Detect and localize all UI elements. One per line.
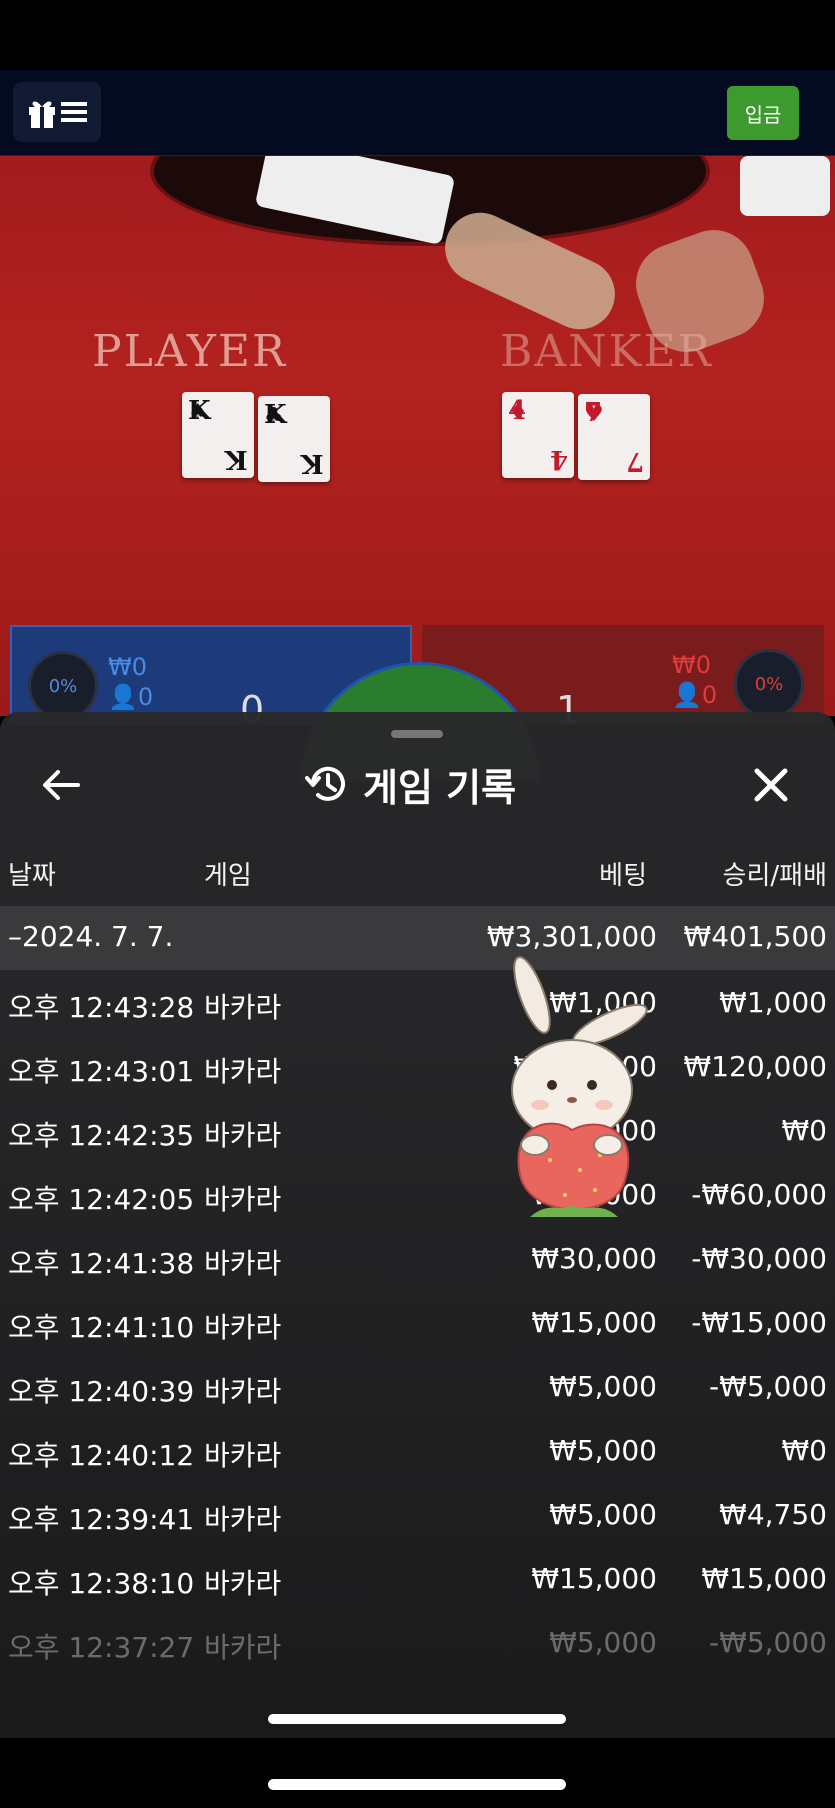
row-game: 바카라	[204, 1119, 282, 1152]
status-bar	[0, 0, 835, 70]
row-game: 바카라	[204, 1311, 282, 1344]
sheet-home-indicator	[268, 1714, 566, 1724]
row-winloss: -₩30,000	[691, 1242, 827, 1275]
history-row[interactable]: 오후 12:42:05바카라₩60,000-₩60,000	[0, 1162, 835, 1226]
history-row[interactable]: 오후 12:42:35바카라₩10,000₩0	[0, 1098, 835, 1162]
sheet-title: 게임 기록	[305, 756, 516, 812]
row-game: 바카라	[204, 1183, 282, 1216]
row-time: 오후 12:43:28	[8, 991, 195, 1024]
history-row[interactable]: 오후 12:37:27 바카라 ₩5,000 -₩5,000	[0, 1610, 835, 1674]
row-time: 오후 12:43:01	[8, 1055, 195, 1088]
row-winloss: ₩4,750	[719, 1498, 827, 1531]
row-time: 오후 12:37:27	[8, 1631, 195, 1664]
row-bet: ₩5,000	[549, 1370, 657, 1403]
history-row[interactable]: 오후 12:41:38 바카라 ₩30,000 -₩30,000	[0, 1226, 835, 1290]
row-game: 바카라	[204, 1567, 282, 1600]
bunny-strawberry-sticker	[511, 956, 648, 1217]
row-game: 바카라	[204, 1055, 282, 1088]
person-icon: 👤	[672, 681, 702, 709]
player-label: PLAYER	[92, 326, 288, 377]
group-bet-total: ₩3,301,000	[486, 920, 657, 953]
row-winloss: -₩15,000	[691, 1306, 827, 1339]
history-row[interactable]: 오후 12:43:01바카라₩120,000₩120,000	[0, 1034, 835, 1098]
banker-bet-count: 👤0	[672, 681, 718, 709]
row-bet: ₩5,000	[549, 1626, 657, 1659]
column-bet[interactable]: 베팅	[599, 855, 647, 892]
banker-card-2: 7 ♥ 7	[578, 394, 650, 480]
banker-bet-amount: ₩0	[672, 651, 711, 679]
date-group-row[interactable]: –2024. 7. 7. ₩3,301,000 ₩401,500	[0, 906, 835, 970]
row-bet: ₩5,000	[549, 1498, 657, 1531]
group-winloss-total: ₩401,500	[683, 920, 827, 953]
gift-icon	[29, 101, 55, 128]
menu-button[interactable]	[13, 82, 101, 142]
history-row[interactable]: 오후 12:43:28 바카라 ₩1,000 ₩1,000	[0, 970, 835, 1034]
row-time: 오후 12:38:10	[8, 1567, 195, 1600]
row-winloss: -₩60,000	[691, 1178, 827, 1211]
hamburger-icon	[61, 102, 87, 122]
top-bar: 입금	[0, 70, 835, 156]
row-game: 바카라	[204, 1375, 282, 1408]
row-bet: ₩5,000	[549, 1434, 657, 1467]
group-date: –2024. 7. 7.	[8, 920, 174, 953]
game-history-sheet: 게임 기록 날짜 게임 베팅 승리/패배 –2024. 7. 7. ₩3,301…	[0, 712, 835, 1738]
history-row[interactable]: 오후 12:38:10 바카라 ₩15,000 ₩15,000	[0, 1546, 835, 1610]
deposit-button[interactable]: 입금	[727, 86, 799, 140]
column-winloss[interactable]: 승리/패배	[723, 855, 827, 892]
close-icon[interactable]	[748, 762, 794, 808]
row-game: 바카라	[204, 1503, 282, 1536]
row-bet: ₩15,000	[531, 1306, 657, 1339]
row-winloss: ₩0	[781, 1434, 828, 1467]
row-winloss: ₩120,000	[683, 1050, 827, 1083]
player-percent: 0%	[28, 651, 98, 721]
row-game: 바카라	[204, 1247, 282, 1280]
arrow-left-icon[interactable]	[38, 762, 84, 808]
history-clock-icon	[305, 766, 345, 801]
sheet-grabber[interactable]	[391, 730, 443, 738]
banker-percent: 0%	[734, 649, 804, 719]
history-row[interactable]: 오후 12:40:39 바카라 ₩5,000 -₩5,000	[0, 1354, 835, 1418]
row-winloss: ₩1,000	[719, 986, 827, 1019]
row-winloss: ₩15,000	[701, 1562, 827, 1595]
row-game: 바카라	[204, 991, 282, 1024]
row-time: 오후 12:41:38	[8, 1247, 195, 1280]
row-time: 오후 12:41:10	[8, 1311, 195, 1344]
person-icon: 👤	[108, 683, 138, 711]
row-time: 오후 12:40:39	[8, 1375, 195, 1408]
player-bet-amount: ₩0	[108, 653, 147, 681]
row-game: 바카라	[204, 1439, 282, 1472]
player-card-2: K ♣ K	[258, 396, 330, 482]
player-bet-count: 👤0	[108, 683, 154, 711]
row-winloss: -₩5,000	[709, 1626, 827, 1659]
row-time: 오후 12:42:35	[8, 1119, 195, 1152]
row-game: 바카라	[204, 1631, 282, 1664]
history-row[interactable]: 오후 12:41:10 바카라 ₩15,000 -₩15,000	[0, 1290, 835, 1354]
banker-label: BANKER	[500, 326, 713, 377]
home-indicator[interactable]	[268, 1779, 566, 1790]
player-card-1: K ♠ K	[182, 392, 254, 478]
row-winloss: ₩0	[781, 1114, 828, 1147]
row-time: 오후 12:40:12	[8, 1439, 195, 1472]
column-game[interactable]: 게임	[204, 855, 252, 892]
history-row[interactable]: 오후 12:40:12 바카라 ₩5,000 ₩0	[0, 1418, 835, 1482]
row-time: 오후 12:42:05	[8, 1183, 195, 1216]
row-bet: ₩15,000	[531, 1562, 657, 1595]
banker-card-1: 4 ♦ 4	[502, 392, 574, 478]
row-winloss: -₩5,000	[709, 1370, 827, 1403]
column-date[interactable]: 날짜	[8, 855, 56, 892]
bottom-bar	[0, 1738, 835, 1808]
row-time: 오후 12:39:41	[8, 1503, 195, 1536]
history-row[interactable]: 오후 12:39:41 바카라 ₩5,000 ₩4,750	[0, 1482, 835, 1546]
